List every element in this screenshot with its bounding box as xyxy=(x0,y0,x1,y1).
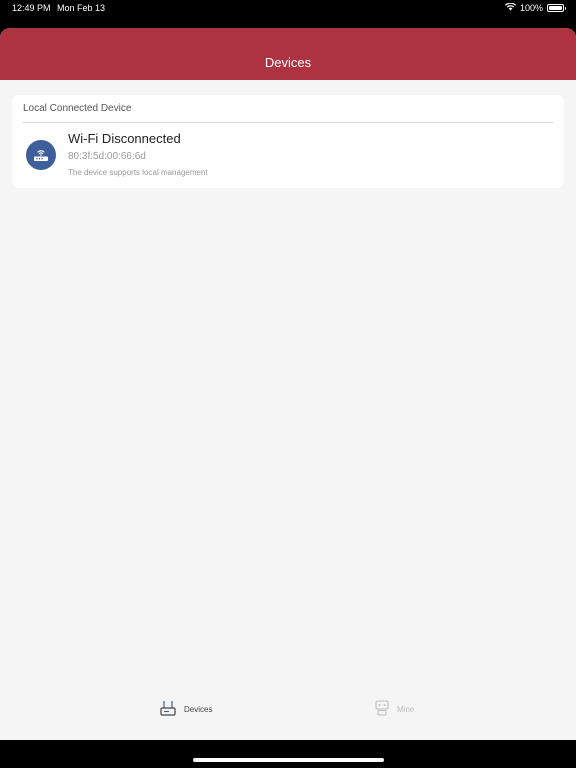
page-title: Devices xyxy=(264,55,312,70)
status-time: 12:49 PM xyxy=(12,3,51,13)
router-tab-icon xyxy=(160,700,176,718)
device-name: Wi-Fi Disconnected xyxy=(68,131,181,146)
device-mac-address: 80:3f:5d:00:66:6d xyxy=(68,151,146,162)
tab-mine[interactable]: Mine xyxy=(375,700,414,718)
device-description: The device supports local management xyxy=(68,168,208,177)
router-icon xyxy=(26,140,56,170)
tab-devices-label: Devices xyxy=(184,704,213,714)
home-indicator[interactable] xyxy=(193,758,384,762)
tab-devices[interactable]: Devices xyxy=(160,700,212,718)
battery-percent: 100% xyxy=(519,3,543,13)
battery-icon xyxy=(547,4,566,12)
card-title: Local Connected Device xyxy=(23,103,132,114)
robot-icon xyxy=(375,700,389,718)
status-right: 100% xyxy=(504,2,566,13)
header: Devices xyxy=(0,28,576,80)
tab-mine-label: Mine xyxy=(397,704,415,714)
app-window: Devices Local Connected Device Wi-Fi Dis… xyxy=(0,28,576,740)
tab-bar: Devices Mine xyxy=(0,690,576,740)
status-date: Mon Feb 13 xyxy=(57,3,106,13)
status-bar: 12:49 PM Mon Feb 13 100% xyxy=(0,0,576,28)
local-device-card: Local Connected Device Wi-Fi Disconnecte… xyxy=(12,95,564,188)
device-list-item[interactable]: Wi-Fi Disconnected 80:3f:5d:00:66:6d The… xyxy=(12,123,564,187)
wifi-icon xyxy=(504,2,516,13)
